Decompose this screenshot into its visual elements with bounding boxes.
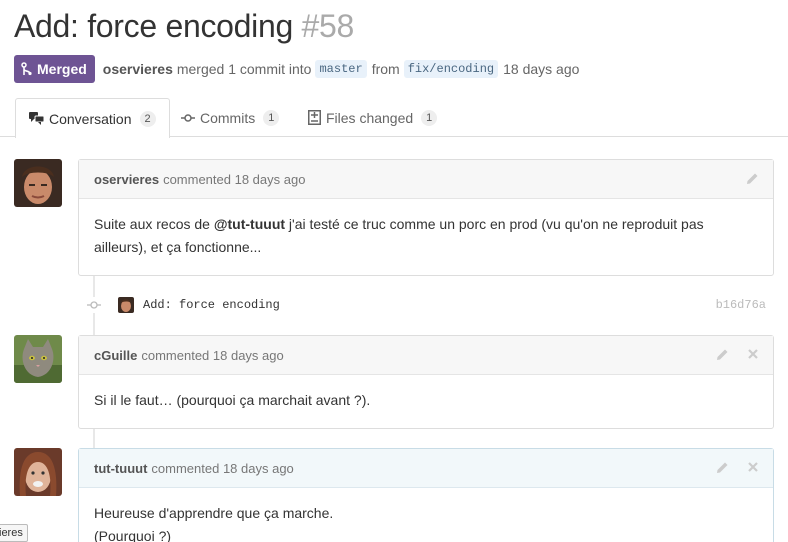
comment-time[interactable]: commented 18 days ago xyxy=(163,172,305,187)
comment-discussion-icon xyxy=(29,112,44,125)
avatar-cguille-image xyxy=(14,335,62,383)
comment-text-line1: Heureuse d'apprendre que ça marche. xyxy=(94,505,334,521)
avatar-tut-tuuut-image xyxy=(14,448,62,496)
comment-body: Si il le faut… (pourquoi ça marchait ava… xyxy=(79,375,773,426)
pr-number: #58 xyxy=(301,8,355,44)
commit-sha-link[interactable]: b16d76a xyxy=(716,298,766,312)
comment-body: Suite aux recos de @tut-tuuut j'ai testé… xyxy=(79,199,773,273)
commit-event: Add: force encoding b16d76a xyxy=(86,295,776,315)
commit-message-link[interactable]: Add: force encoding xyxy=(143,298,280,312)
user-mention-link[interactable]: @tut-tuuut xyxy=(214,216,285,232)
from-text: from xyxy=(371,61,400,77)
comment-oservieres: oservieres commented 18 days ago Suite a… xyxy=(78,159,774,276)
tab-files-changed-label: Files changed xyxy=(326,109,414,126)
pr-author-link[interactable]: oservieres xyxy=(103,61,173,77)
comment-text-line2: (Pourquoi ?) xyxy=(94,528,172,542)
tab-files-changed-count: 1 xyxy=(421,109,438,126)
pr-meta: Merged oservieres merged 1 commit into m… xyxy=(14,55,583,83)
avatar-mini-image xyxy=(118,297,134,313)
tab-conversation-count: 2 xyxy=(139,110,156,127)
avatar[interactable] xyxy=(14,335,62,383)
comment-time[interactable]: commented 18 days ago xyxy=(141,348,283,363)
pr-tabs: Conversation 2 Commits 1 Files changed 1 xyxy=(0,98,788,138)
avatar-oservieres-image xyxy=(14,159,62,207)
git-commit-icon xyxy=(87,301,101,309)
pr-title: Add: force encoding #58 xyxy=(14,8,354,45)
tab-conversation-label: Conversation xyxy=(49,110,132,127)
comment-text: Suite aux recos de xyxy=(94,216,214,232)
merged-time: 18 days ago xyxy=(503,61,580,77)
tab-conversation[interactable]: Conversation 2 xyxy=(15,98,170,138)
head-branch[interactable]: fix/encoding xyxy=(403,60,499,78)
commit-author-avatar[interactable] xyxy=(118,297,134,313)
diff-icon xyxy=(308,110,321,125)
avatar[interactable] xyxy=(14,448,62,496)
comment-header: oservieres commented 18 days ago xyxy=(79,160,773,199)
comment-author[interactable]: cGuille xyxy=(94,348,137,363)
tab-commits-label: Commits xyxy=(200,109,256,126)
comment-time[interactable]: commented 18 days ago xyxy=(151,461,293,476)
merged-state-label: Merged xyxy=(37,61,87,77)
comment-header: tut-tuuut commented 18 days ago xyxy=(79,449,773,488)
comment-body: Heureuse d'apprendre que ça marche. (Pou… xyxy=(79,488,773,542)
close-icon[interactable] xyxy=(747,461,759,473)
tab-commits[interactable]: Commits 1 xyxy=(181,98,280,137)
comment-author[interactable]: tut-tuuut xyxy=(94,461,147,476)
base-branch[interactable]: master xyxy=(315,60,367,78)
avatar[interactable] xyxy=(14,159,62,207)
tab-commits-count: 1 xyxy=(263,109,280,126)
edit-pencil-icon[interactable] xyxy=(745,172,759,186)
pr-title-text: Add: force encoding xyxy=(14,8,293,44)
comment-cguille: cGuille commented 18 days ago Si il le f… xyxy=(78,335,774,429)
comment-header: cGuille commented 18 days ago xyxy=(79,336,773,375)
edit-pencil-icon[interactable] xyxy=(715,348,729,362)
comment-tut-tuuut: tut-tuuut commented 18 days ago Heureuse… xyxy=(78,448,774,542)
close-icon[interactable] xyxy=(747,348,759,360)
username-tooltip: ieres xyxy=(0,524,28,542)
tab-files-changed[interactable]: Files changed 1 xyxy=(308,98,438,137)
comment-text: Si il le faut… (pourquoi ça marchait ava… xyxy=(94,392,371,408)
git-merge-icon xyxy=(21,62,32,76)
edit-pencil-icon[interactable] xyxy=(715,461,729,475)
merged-state-badge: Merged xyxy=(14,55,95,83)
comment-author[interactable]: oservieres xyxy=(94,172,159,187)
commit-dot xyxy=(86,297,102,313)
merged-text: merged 1 commit into xyxy=(176,61,312,77)
git-commit-icon xyxy=(181,113,195,122)
